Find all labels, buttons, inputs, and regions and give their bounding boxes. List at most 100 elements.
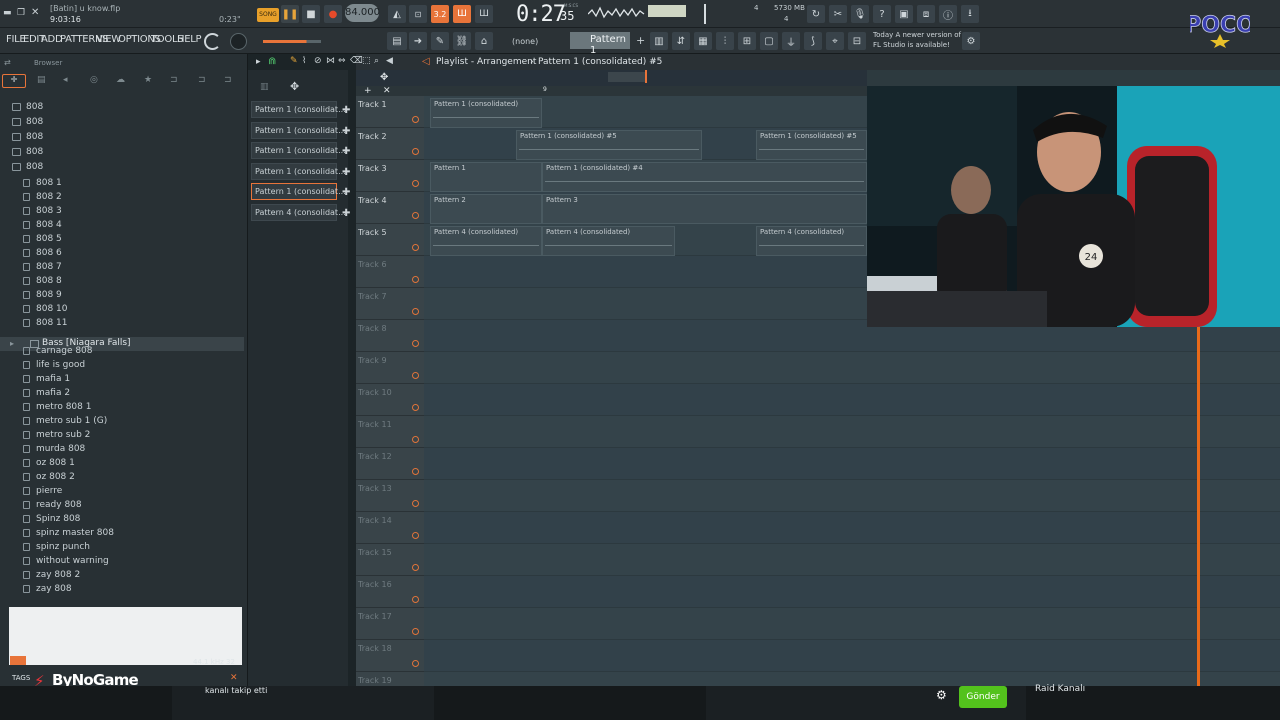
record-button[interactable]: ● xyxy=(324,5,342,23)
browser-file[interactable]: pierre xyxy=(0,485,244,499)
mixer-icon[interactable]: ⫶ xyxy=(716,32,734,50)
pattern-list-tool-icon[interactable]: ▥ xyxy=(260,82,269,92)
pattern-item[interactable]: Pattern 1 (consolidat... ✚ xyxy=(251,183,350,201)
track-mute-icon[interactable] xyxy=(412,212,419,219)
browser-file[interactable]: metro sub 1 (G) xyxy=(0,415,244,429)
restore-icon[interactable]: ❐ xyxy=(17,8,25,18)
clip-track1-a[interactable]: Pattern 1 (consolidated) xyxy=(430,98,542,128)
master-volume-slider[interactable] xyxy=(263,40,321,43)
playlist-icon[interactable]: ▥ xyxy=(650,32,668,50)
pause-button[interactable]: ❚❚ xyxy=(281,5,299,23)
track-mute-icon[interactable] xyxy=(412,596,419,603)
track-header[interactable]: Track 17 xyxy=(356,608,424,640)
draw-icon[interactable]: ✎ xyxy=(431,32,449,50)
zoom-icon[interactable]: ⌕ xyxy=(374,56,379,66)
clip-track4-b[interactable]: Pattern 3 xyxy=(542,194,867,224)
clip-track2-b[interactable]: Pattern 1 (consolidated) #5 xyxy=(756,130,867,160)
playlist-back-icon[interactable]: ◁ xyxy=(422,56,430,67)
chat-settings-icon[interactable]: ⚙ xyxy=(936,688,947,702)
track-lane[interactable] xyxy=(424,576,1280,608)
browser-icon[interactable]: ▢ xyxy=(760,32,778,50)
track-header[interactable]: Track 18 xyxy=(356,640,424,672)
info-icon[interactable]: ⓘ xyxy=(939,5,957,23)
plugin-db-icon[interactable]: ⊞ xyxy=(738,32,756,50)
wave-icon[interactable]: ⟆ xyxy=(804,32,822,50)
track-header[interactable]: Track 4 xyxy=(356,192,424,224)
track-lane[interactable] xyxy=(424,480,1280,512)
overview-handle[interactable] xyxy=(608,72,646,82)
pattern-add-icon[interactable]: ✚ xyxy=(342,126,350,137)
track-header[interactable]: Track 3 xyxy=(356,160,424,192)
song-mode-toggle[interactable]: SONG xyxy=(257,8,279,22)
snap-selector[interactable]: (none) xyxy=(512,37,538,46)
download-icon[interactable]: ⭳ xyxy=(961,5,979,23)
browser-file[interactable]: Spinz 808 xyxy=(0,513,244,527)
pattern-item[interactable]: Pattern 1 (consolidat... ✚ xyxy=(251,142,350,160)
track-mute-icon[interactable] xyxy=(412,436,419,443)
bird-icon[interactable]: ⌖ xyxy=(826,32,844,50)
menu-help[interactable]: HELP xyxy=(177,34,202,45)
magnet-icon[interactable]: ⋒ xyxy=(268,56,276,67)
track-mute-icon[interactable] xyxy=(412,244,419,251)
browser-file[interactable]: oz 808 1 xyxy=(0,457,244,471)
pencil-icon[interactable]: ✎ xyxy=(290,56,298,66)
browser-db-icon[interactable]: ◎ xyxy=(90,75,98,85)
browser-cloud-icon[interactable]: ☁ xyxy=(116,75,125,85)
tools-icon[interactable]: ✂ xyxy=(829,5,847,23)
gear-icon[interactable]: ⚙ xyxy=(962,32,980,50)
track-lane[interactable] xyxy=(424,416,1280,448)
pattern-add-icon[interactable]: ✚ xyxy=(342,187,350,198)
track-header[interactable]: Track 11 xyxy=(356,416,424,448)
track-mute-icon[interactable] xyxy=(412,468,419,475)
track-lane[interactable] xyxy=(424,608,1280,640)
browser-folder[interactable]: 808 xyxy=(0,161,244,175)
plugin-icon[interactable]: ⧈ xyxy=(917,5,935,23)
browser-file[interactable]: mafia 2 xyxy=(0,387,244,401)
browser-file[interactable]: metro sub 2 xyxy=(0,429,244,443)
playlist-overview[interactable]: ✥ xyxy=(356,70,867,86)
track-lane[interactable] xyxy=(424,384,1280,416)
browser-file[interactable]: 808 9 xyxy=(0,289,244,303)
stamp-icon[interactable]: ⌂ xyxy=(475,32,493,50)
paint-icon[interactable]: ⌇ xyxy=(302,56,306,66)
browser-folder2-icon[interactable]: ⊐ xyxy=(198,75,206,85)
pattern-selector[interactable]: Pattern 1 xyxy=(570,32,630,56)
loop-record-icon[interactable]: Ш xyxy=(475,5,493,23)
browser-file[interactable]: spinz punch xyxy=(0,541,244,555)
clip-track5-c[interactable]: Pattern 4 (consolidated) xyxy=(756,226,867,256)
metronome-icon[interactable]: ◭ xyxy=(388,5,406,23)
slip-icon[interactable]: ⇔ xyxy=(338,56,346,66)
track-header[interactable]: Track 5 xyxy=(356,224,424,256)
browser-folder[interactable]: 808 xyxy=(0,131,244,145)
track-header[interactable]: Track 8 xyxy=(356,320,424,352)
browser-star-icon[interactable]: ★ xyxy=(144,75,152,85)
piano-icon[interactable]: ▦ xyxy=(694,32,712,50)
arrow-right-icon[interactable]: ➜ xyxy=(409,32,427,50)
browser-file[interactable]: 808 10 xyxy=(0,303,244,317)
select-icon[interactable]: ⬚ xyxy=(362,56,371,66)
window-menu-icon[interactable]: ▬ xyxy=(3,8,12,18)
track-lane[interactable] xyxy=(424,640,1280,672)
close-icon[interactable]: ✕ xyxy=(31,7,39,18)
track-mute-icon[interactable] xyxy=(412,500,419,507)
move-icon[interactable]: ✥ xyxy=(380,72,388,83)
browser-file[interactable]: murda 808 xyxy=(0,443,244,457)
browser-folder[interactable]: 808 xyxy=(0,146,244,160)
remove-track-icon[interactable]: ✕ xyxy=(383,86,391,96)
track-mute-icon[interactable] xyxy=(412,532,419,539)
send-button[interactable]: Gönder xyxy=(959,686,1007,708)
browser-folder[interactable]: 808 xyxy=(0,101,244,115)
browser-file[interactable]: ready 808 xyxy=(0,499,244,513)
browser-file[interactable]: oz 808 2 xyxy=(0,471,244,485)
speaker-icon[interactable]: ◀ xyxy=(386,56,393,66)
browser-files-icon[interactable]: ▤ xyxy=(37,75,46,85)
pattern-add-icon[interactable]: ✚ xyxy=(342,167,350,178)
track-mute-icon[interactable] xyxy=(412,116,419,123)
browser-folder[interactable]: 808 xyxy=(0,116,244,130)
pattern-item[interactable]: Pattern 1 (consolidat... ✚ xyxy=(251,121,350,139)
browser-file[interactable]: 808 3 xyxy=(0,205,244,219)
track-header[interactable]: Track 13 xyxy=(356,480,424,512)
browser-file[interactable]: zay 808 2 xyxy=(0,569,244,583)
piano-roll-icon[interactable]: ▤ xyxy=(387,32,407,50)
track-mute-icon[interactable] xyxy=(412,148,419,155)
